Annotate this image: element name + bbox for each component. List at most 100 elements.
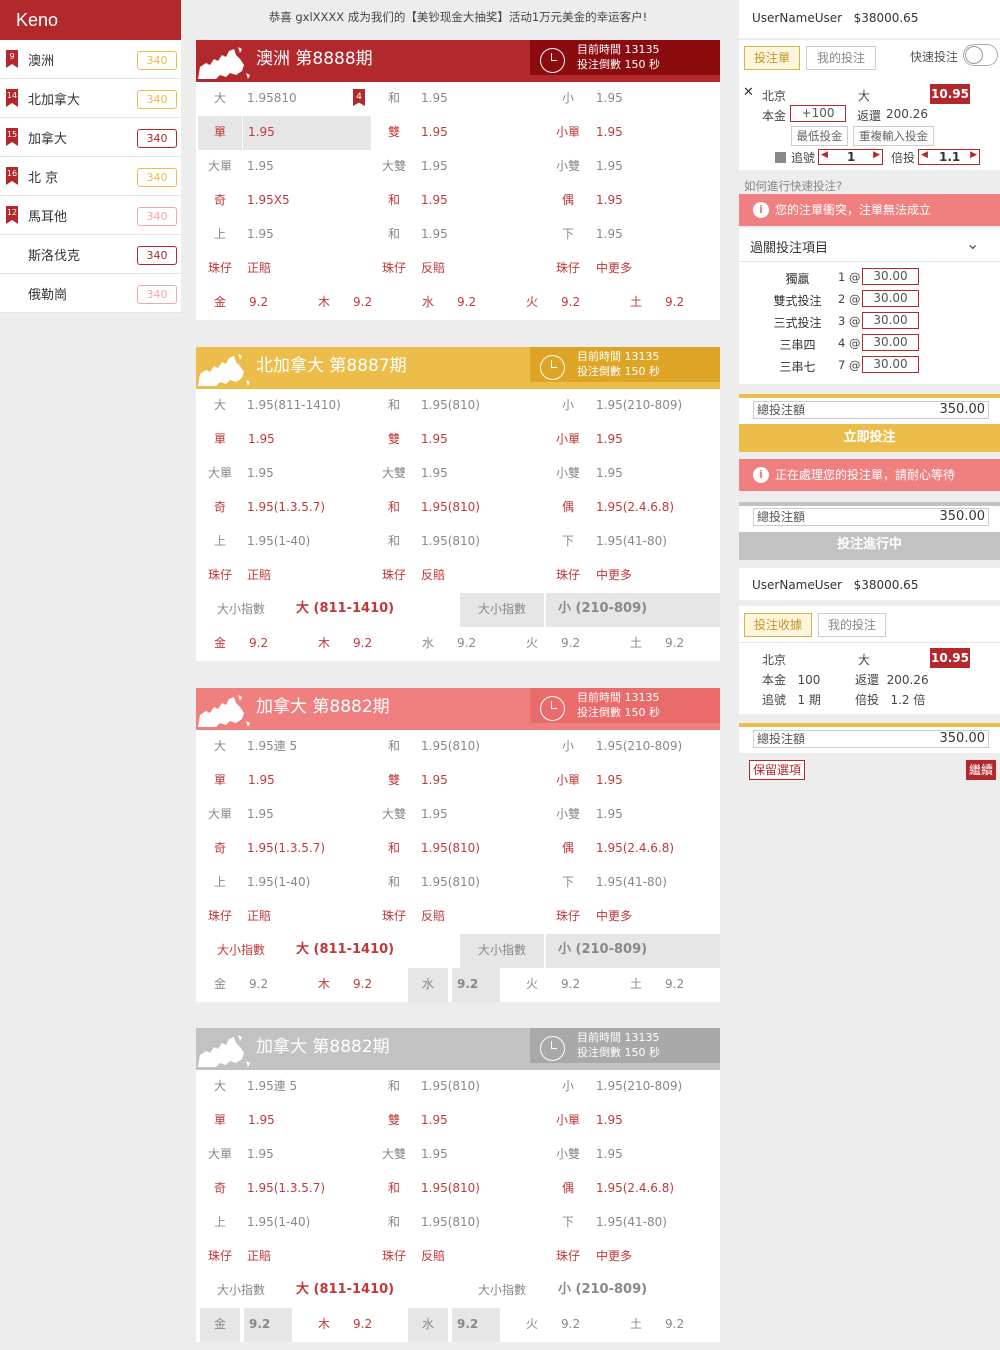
continue-button[interactable]: 繼續 [966,760,997,780]
odds-value[interactable]: 1.95X5 [242,184,372,218]
odds-value[interactable]: 1.95(210-809) [591,730,716,764]
odds-value[interactable]: 1.95 [243,423,371,457]
odds-value[interactable]: 1.95(1.3.5.7) [242,491,372,525]
odds-value[interactable]: 反賠 [416,559,546,593]
odds-value[interactable]: 1.95(2.4.6.8) [591,491,716,525]
odds-value[interactable]: 正賠 [242,559,372,593]
element-value[interactable]: 9.2 [244,1308,292,1342]
parlay-amount-input[interactable]: 30.00 [862,356,919,373]
odds-value[interactable]: 1.95 [416,116,546,150]
odds-value[interactable]: 1.95(1-40) [242,1206,372,1240]
min-stake-button[interactable]: 最低投金 [791,126,848,146]
odds-value[interactable]: 1.95 [591,150,716,184]
odds-value[interactable]: 中更多 [591,1240,716,1274]
odds-value[interactable]: 1.95(41-80) [591,866,716,900]
tab-my-bets[interactable]: 我的投注 [806,46,876,70]
odds-value[interactable]: 1.95(810) [416,525,546,559]
parlay-amount-input[interactable]: 30.00 [862,312,919,329]
sidebar-item[interactable]: 15 加拿大 340 [0,118,181,157]
odds-value[interactable]: 1.95 [416,457,546,491]
odds-value[interactable]: 1.95 [416,423,546,457]
odds-value[interactable]: 1.95(210-809) [591,1070,716,1104]
odds-value[interactable]: 正賠 [242,900,372,934]
element-value[interactable]: 9.2 [244,627,300,661]
odds-value[interactable]: 1.95(1-40) [242,525,372,559]
odds-value[interactable]: 1.95連 5 [242,730,372,764]
odds-value[interactable]: 1.95810 [242,82,352,116]
element-value[interactable]: 9.2 [556,627,612,661]
odds-value[interactable]: 1.95(210-809) [591,389,716,423]
odds-value[interactable]: 1.95 [591,82,711,116]
stepper-right-icon[interactable]: ▶ [970,150,977,160]
odds-value[interactable]: 1.95 [242,457,372,491]
quick-bet-toggle[interactable] [963,44,998,66]
odds-value[interactable]: 1.95(1-40) [242,866,372,900]
odds-value[interactable]: 1.95(41-80) [591,525,716,559]
odds-value[interactable]: 1.95 [416,184,546,218]
parlay-amount-input[interactable]: 30.00 [862,290,919,307]
odds-value[interactable]: 中更多 [591,252,716,286]
odds-value[interactable]: 1.95 [416,82,536,116]
index-value-big[interactable]: 大 (811-1410) [296,593,456,627]
odds-value[interactable]: 1.95(811-1410) [242,389,372,423]
element-value[interactable]: 9.2 [452,286,508,320]
odds-value[interactable]: 1.95 [591,764,716,798]
odds-value[interactable]: 中更多 [591,559,716,593]
odds-value[interactable]: 1.95(1.3.5.7) [242,1172,372,1206]
tab-my-bets[interactable]: 我的投注 [818,613,886,637]
odds-value[interactable]: 1.95(810) [416,389,546,423]
howto-link[interactable]: 如何進行快速投注? [744,178,842,194]
element-value[interactable]: 9.2 [348,968,404,1002]
multi-stepper[interactable]: ◀ 1.1 ▶ [918,149,980,165]
parlay-amount-input[interactable]: 30.00 [862,334,919,351]
sidebar-item[interactable]: 12 馬耳他 340 [0,196,181,235]
element-value[interactable]: 9.2 [556,1308,612,1342]
odds-value[interactable]: 1.95(1.3.5.7) [242,832,372,866]
odds-value[interactable]: 1.95 [416,218,546,252]
element-value[interactable]: 9.2 [660,286,716,320]
stake-input[interactable]: +100 [790,105,846,122]
sidebar-item[interactable]: 斯洛伐克 340 [0,235,181,274]
odds-value[interactable]: 1.95 [591,116,716,150]
odds-value[interactable]: 1.95 [242,798,372,832]
element-value[interactable]: 9.2 [660,627,716,661]
odds-value[interactable]: 1.95 [242,1138,372,1172]
odds-value[interactable]: 1.95(810) [416,491,546,525]
odds-value[interactable]: 1.95 [591,457,716,491]
odds-value[interactable]: 1.95 [591,1104,716,1138]
index-value-big[interactable]: 大 (811-1410) [296,1274,456,1308]
tab-bet-slip[interactable]: 投注單 [744,46,800,70]
odds-value[interactable]: 1.95 [591,184,716,218]
element-value[interactable]: 9.2 [556,968,612,1002]
odds-value[interactable]: 1.95 [416,150,546,184]
element-value[interactable]: 9.2 [348,1308,404,1342]
odds-value[interactable]: 1.95(810) [416,730,546,764]
tab-receipt[interactable]: 投注收據 [744,613,812,637]
index-value-small[interactable]: 小 (210-809) [546,593,720,627]
odds-value[interactable]: 1.95 [242,218,372,252]
odds-value[interactable]: 1.95(41-80) [591,1206,716,1240]
odds-value[interactable]: 1.95 [591,218,716,252]
repeat-stake-button[interactable]: 重複輸入投金 [853,126,934,146]
stepper-left-icon[interactable]: ◀ [921,150,928,160]
odds-value[interactable]: 1.95連 5 [242,1070,372,1104]
odds-value[interactable]: 反賠 [416,252,546,286]
odds-value[interactable]: 1.95 [242,150,372,184]
chase-checkbox[interactable] [775,152,786,163]
sidebar-item[interactable]: 16 北 京 340 [0,157,181,196]
chevron-down-icon[interactable]: ⌄ [966,234,979,253]
odds-value[interactable]: 正賠 [242,252,372,286]
odds-value[interactable]: 1.95 [243,116,371,150]
sidebar-item[interactable]: 俄勒崗 340 [0,274,181,313]
keep-selection-button[interactable]: 保留選項 [749,760,806,780]
odds-value[interactable]: 1.95(810) [416,1070,546,1104]
odds-value[interactable]: 1.95 [591,423,716,457]
bet-now-button[interactable]: 立即投注 [739,424,1000,452]
element-value[interactable]: 9.2 [348,627,404,661]
odds-value[interactable]: 1.95(810) [416,866,546,900]
odds-value[interactable]: 反賠 [416,1240,546,1274]
odds-value[interactable]: 1.95 [591,798,716,832]
odds-value[interactable]: 1.95(2.4.6.8) [591,832,716,866]
element-value[interactable]: 9.2 [556,286,612,320]
chase-stepper[interactable]: ◀ 1 ▶ [818,149,883,165]
